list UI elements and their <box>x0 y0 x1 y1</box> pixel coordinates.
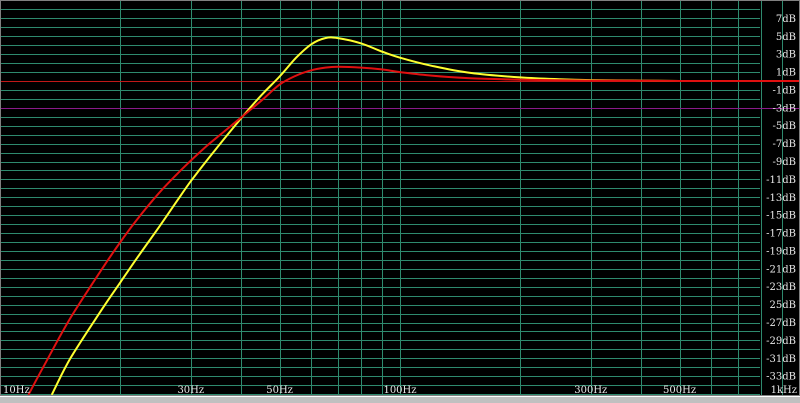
y-tick-label: -33dB <box>766 372 796 383</box>
y-tick-label: -5dB <box>773 121 797 132</box>
y-tick-label: -29dB <box>766 336 796 347</box>
y-tick-label: -7dB <box>773 139 797 150</box>
y-tick-label: 1dB <box>776 68 796 79</box>
x-tick-label: 10Hz <box>3 385 30 396</box>
x-tick-label: 30Hz <box>177 385 204 396</box>
x-tick-label: 300Hz <box>574 385 607 396</box>
y-tick-label: -19dB <box>766 247 796 258</box>
y-tick-label: -13dB <box>766 193 796 204</box>
y-tick-label: -21dB <box>766 264 796 275</box>
y-tick-label: -1dB <box>773 85 797 96</box>
y-tick-label: -27dB <box>766 318 796 329</box>
y-tick-label: -23dB <box>766 282 796 293</box>
x-tick-label: 500Hz <box>663 385 696 396</box>
x-tick-label: 50Hz <box>266 385 293 396</box>
x-tick-label: 100Hz <box>383 385 416 396</box>
y-tick-label: -3dB <box>773 103 797 114</box>
y-tick-label: -11dB <box>766 175 796 186</box>
y-tick-label: -9dB <box>773 157 797 168</box>
y-tick-label: 5dB <box>776 32 796 43</box>
y-tick-label: 3dB <box>776 50 796 61</box>
y-tick-label: 7dB <box>776 14 796 25</box>
y-tick-label: -15dB <box>766 211 796 222</box>
frequency-response-chart: 7dB 5dB 3dB 1dB -1dB -3dB -5dB -7dB -9dB -11dB -13… <box>0 0 800 402</box>
y-tick-label: -17dB <box>766 229 796 240</box>
x-tick-label: 1kHz <box>771 385 797 396</box>
y-tick-label: -31dB <box>766 354 796 365</box>
y-tick-label: 25dB <box>770 300 796 311</box>
